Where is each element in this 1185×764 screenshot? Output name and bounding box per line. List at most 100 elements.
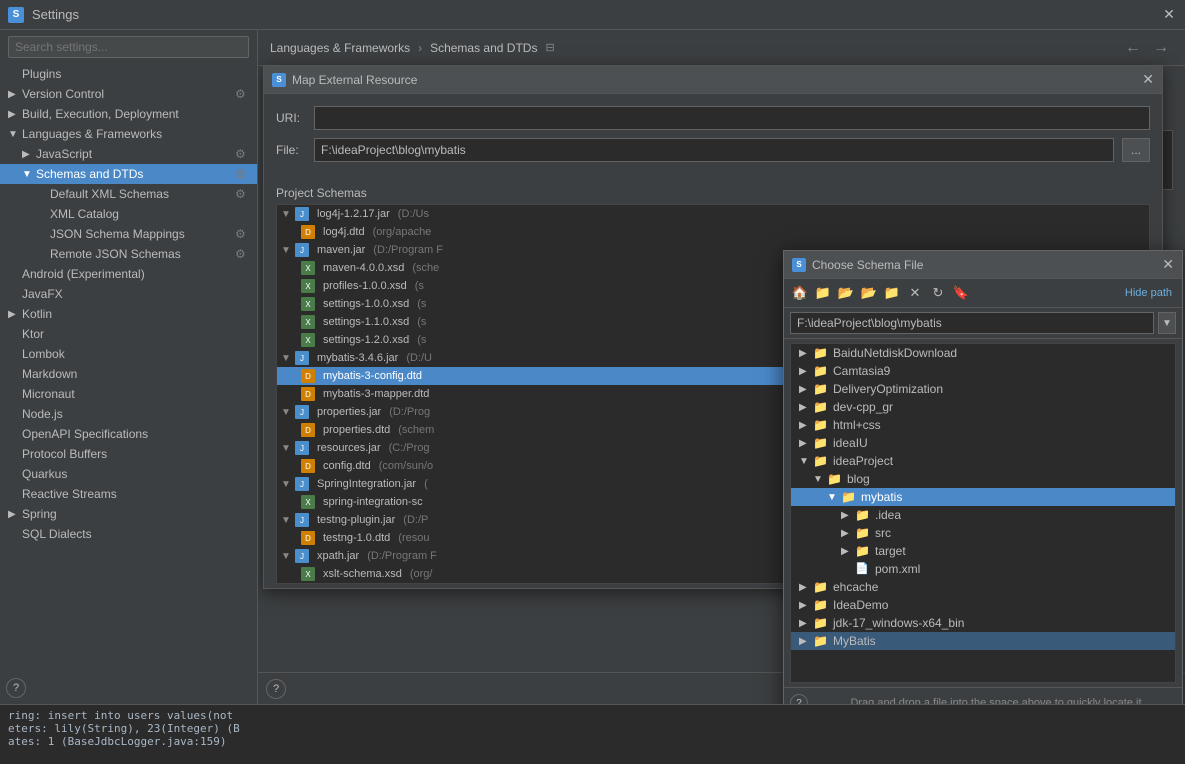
sidebar-item-xml-catalog[interactable]: XML Catalog xyxy=(0,204,257,224)
sidebar-item-kotlin[interactable]: ▶ Kotlin xyxy=(0,304,257,324)
sidebar-item-markdown[interactable]: Markdown xyxy=(0,364,257,384)
tree-item-src[interactable]: ▶ 📁 src xyxy=(791,524,1175,542)
schema-name: mybatis-3-config.dtd xyxy=(323,370,422,382)
schema-path: (resou xyxy=(398,532,429,544)
sidebar-item-label: Plugins xyxy=(22,67,249,81)
tree-item-dev-cpp[interactable]: ▶ 📁 dev-cpp_gr xyxy=(791,398,1175,416)
sidebar-item-version-control[interactable]: ▶ Version Control ⚙ xyxy=(0,84,257,104)
expand-arrow: ▼ xyxy=(281,443,291,454)
schema-path: (C:/Prog xyxy=(389,442,430,454)
file-chooser-close-button[interactable]: ✕ xyxy=(1162,256,1174,273)
folder-icon: 📁 xyxy=(813,382,829,396)
sidebar-item-protobuf[interactable]: Protocol Buffers xyxy=(0,444,257,464)
nav-back-button[interactable]: ← xyxy=(1121,37,1145,59)
sidebar-item-javascript[interactable]: ▶ JavaScript ⚙ xyxy=(0,144,257,164)
sidebar-item-micronaut[interactable]: Micronaut xyxy=(0,384,257,404)
file-label: File: xyxy=(276,143,306,157)
path-bar: ▼ xyxy=(784,308,1182,339)
sidebar-item-spring[interactable]: ▶ Spring xyxy=(0,504,257,524)
tree-item-blog[interactable]: ▼ 📁 blog xyxy=(791,470,1175,488)
tab-icon: ⊟ xyxy=(545,41,554,54)
settings-icon: ⚙ xyxy=(235,167,249,181)
tree-item-mybatis2[interactable]: ▶ 📁 MyBatis xyxy=(791,632,1175,650)
tree-item-delivery[interactable]: ▶ 📁 DeliveryOptimization xyxy=(791,380,1175,398)
sidebar-item-label: Default XML Schemas xyxy=(50,187,235,201)
tree-item-idealU[interactable]: ▶ 📁 ideaIU xyxy=(791,434,1175,452)
tree-item-ideaproject[interactable]: ▼ 📁 ideaProject xyxy=(791,452,1175,470)
dialog-close-button[interactable]: ✕ xyxy=(1142,71,1154,88)
browse-button[interactable]: ... xyxy=(1122,138,1150,162)
sidebar-item-label: Build, Execution, Deployment xyxy=(22,107,249,121)
help-button[interactable]: ? xyxy=(6,678,26,698)
tree-item-label: MyBatis xyxy=(833,634,876,648)
tree-item-mybatis[interactable]: ▼ 📁 mybatis xyxy=(791,488,1175,506)
sidebar-item-plugins[interactable]: Plugins xyxy=(0,64,257,84)
tree-item-pom[interactable]: 📄 pom.xml xyxy=(791,560,1175,578)
file-something-button[interactable]: 📂 xyxy=(859,283,879,303)
sidebar-item-android[interactable]: Android (Experimental) xyxy=(0,264,257,284)
xsd-icon: X xyxy=(301,261,315,275)
tree-item-label: Camtasia9 xyxy=(833,364,890,378)
expand-arrow: ▼ xyxy=(281,407,291,418)
file-refresh-button[interactable]: ↻ xyxy=(928,283,948,303)
nav-forward-button[interactable]: → xyxy=(1149,37,1173,59)
file-input[interactable] xyxy=(314,138,1114,162)
sidebar-item-label: Lombok xyxy=(22,347,249,361)
tree-item-target[interactable]: ▶ 📁 target xyxy=(791,542,1175,560)
sidebar-item-ktor[interactable]: Ktor xyxy=(0,324,257,344)
search-input[interactable] xyxy=(8,36,249,58)
file-folder-button[interactable]: 📁 xyxy=(813,283,833,303)
expand-arrow: ▼ xyxy=(281,551,291,562)
sidebar-item-json-schema[interactable]: JSON Schema Mappings ⚙ xyxy=(0,224,257,244)
file-help-button[interactable]: ? xyxy=(790,694,808,704)
sidebar-item-sql[interactable]: SQL Dialects xyxy=(0,524,257,544)
folder-icon: 📁 xyxy=(813,616,829,630)
sidebar-item-openapi[interactable]: OpenAPI Specifications xyxy=(0,424,257,444)
expand-arrow: ▼ xyxy=(281,353,291,364)
tree-arrow: ▶ xyxy=(841,546,855,557)
schema-path: (D:/Prog xyxy=(389,406,430,418)
tree-item-ehcache[interactable]: ▶ 📁 ehcache xyxy=(791,578,1175,596)
sidebar-item-nodejs[interactable]: Node.js xyxy=(0,404,257,424)
settings-header: Languages & Frameworks › Schemas and DTD… xyxy=(258,30,1185,66)
schema-name: maven-4.0.0.xsd xyxy=(323,262,404,274)
tree-item-camtasia[interactable]: ▶ 📁 Camtasia9 xyxy=(791,362,1175,380)
path-input[interactable] xyxy=(790,312,1154,334)
jar-icon: J xyxy=(295,441,309,455)
file-delete-button[interactable]: ✕ xyxy=(905,283,925,303)
sidebar-item-label: OpenAPI Specifications xyxy=(22,427,249,441)
file-bookmark-button[interactable]: 🔖 xyxy=(951,283,971,303)
sidebar-item-lombok[interactable]: Lombok xyxy=(0,344,257,364)
schema-name: xpath.jar xyxy=(317,550,359,562)
hide-path-button[interactable]: Hide path xyxy=(1121,287,1176,299)
settings-help-button[interactable]: ? xyxy=(266,679,286,699)
sidebar-item-default-xml[interactable]: Default XML Schemas ⚙ xyxy=(0,184,257,204)
tree-item-ideademo[interactable]: ▶ 📁 IdeaDemo xyxy=(791,596,1175,614)
tree-item-baidu[interactable]: ▶ 📁 BaiduNetdiskDownload xyxy=(791,344,1175,362)
schema-path: ( xyxy=(424,478,428,490)
file-new-folder-button[interactable]: 📂 xyxy=(836,283,856,303)
sidebar-item-remote-json[interactable]: Remote JSON Schemas ⚙ xyxy=(0,244,257,264)
sidebar-item-schemas-dtds[interactable]: ▼ Schemas and DTDs ⚙ xyxy=(0,164,257,184)
tree-item-html-css[interactable]: ▶ 📁 html+css xyxy=(791,416,1175,434)
sidebar-item-javafx[interactable]: JavaFX xyxy=(0,284,257,304)
sidebar-item-label: JavaFX xyxy=(22,287,249,301)
tree-item-jdk17[interactable]: ▶ 📁 jdk-17_windows-x64_bin xyxy=(791,614,1175,632)
sidebar-item-languages[interactable]: ▼ Languages & Frameworks xyxy=(0,124,257,144)
file-move-button[interactable]: 📁 xyxy=(882,283,902,303)
dtd-icon: D xyxy=(301,369,315,383)
sidebar-item-build[interactable]: ▶ Build, Execution, Deployment xyxy=(0,104,257,124)
tree-arrow: ▶ xyxy=(799,618,813,629)
path-dropdown[interactable]: ▼ xyxy=(1158,312,1176,334)
tree-item-idea[interactable]: ▶ 📁 .idea xyxy=(791,506,1175,524)
settings-icon: ⚙ xyxy=(235,187,249,201)
sidebar-item-reactive-streams[interactable]: Reactive Streams xyxy=(0,484,257,504)
breadcrumb-parent: Languages & Frameworks xyxy=(270,41,410,55)
dtd-icon: D xyxy=(301,459,315,473)
file-home-button[interactable]: 🏠 xyxy=(790,283,810,303)
dialog-header: S Map External Resource ✕ xyxy=(264,66,1162,94)
sidebar-item-quarkus[interactable]: Quarkus xyxy=(0,464,257,484)
uri-input[interactable] xyxy=(314,106,1150,130)
close-button[interactable]: ✕ xyxy=(1161,7,1177,23)
tree-arrow: ▶ xyxy=(799,438,813,449)
